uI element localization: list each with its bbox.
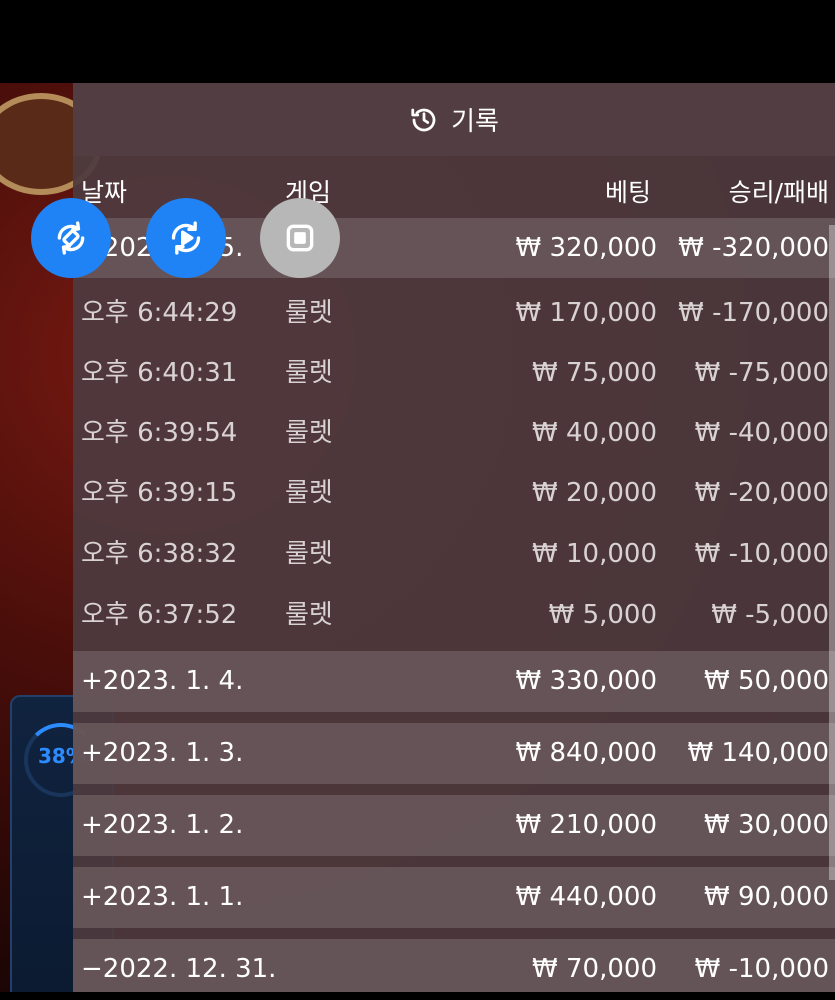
table-row: 오후 6:38:32 룰렛 ₩ 10,000 ₩ -10,000	[73, 524, 835, 584]
row-time: 오후 6:40:31	[81, 358, 238, 388]
row-winloss: ₩ 90,000	[704, 882, 829, 912]
table-row: 오후 6:44:29 룰렛 ₩ 170,000 ₩ -170,000	[73, 283, 835, 343]
row-bet: ₩ 170,000	[515, 298, 658, 328]
row-bet: ₩ 20,000	[532, 478, 657, 508]
row-time: 오후 6:39:15	[81, 478, 238, 508]
row-bet: ₩ 70,000	[532, 954, 657, 984]
row-time: 오후 6:38:32	[81, 539, 238, 569]
date-group-row[interactable]: +2023. 1. 1. ₩ 440,000 ₩ 90,000	[73, 867, 835, 928]
row-time: 오후 6:39:54	[81, 418, 238, 448]
row-bet: ₩ 440,000	[515, 882, 658, 912]
date-group-row[interactable]: +2023. 1. 3. ₩ 840,000 ₩ 140,000	[73, 723, 835, 784]
row-bet: ₩ 5,000	[548, 600, 657, 630]
replay-button[interactable]	[146, 198, 226, 278]
row-winloss: ₩ 30,000	[704, 810, 829, 840]
row-game: 룰렛	[285, 358, 333, 388]
row-game: 룰렛	[285, 298, 333, 328]
row-time: 오후 6:37:52	[81, 600, 238, 630]
table-row: 오후 6:39:54 룰렛 ₩ 40,000 ₩ -40,000	[73, 403, 835, 463]
row-game: 룰렛	[285, 478, 333, 508]
date-group-row[interactable]: +2023. 1. 2. ₩ 210,000 ₩ 30,000	[73, 795, 835, 856]
row-time: 오후 6:44:29	[81, 298, 238, 328]
rotate-screen-icon	[57, 221, 85, 255]
date-group-row[interactable]: −2022. 12. 31. ₩ 70,000 ₩ -10,000	[73, 939, 835, 992]
row-winloss: ₩ -10,000	[694, 539, 829, 569]
row-winloss: ₩ -20,000	[694, 478, 829, 508]
history-icon	[411, 108, 436, 131]
row-bet: ₩ 40,000	[532, 418, 657, 448]
scrollbar[interactable]	[829, 225, 835, 880]
row-date: +2023. 1. 2.	[81, 810, 244, 840]
column-header-winloss: 승리/패배	[728, 178, 829, 207]
row-bet: ₩ 840,000	[515, 738, 658, 768]
column-header-bet: 베팅	[604, 178, 651, 207]
top-bar	[0, 0, 835, 83]
row-game: 룰렛	[285, 539, 333, 569]
panel-title: 기록	[451, 107, 499, 137]
row-winloss: ₩ 140,000	[687, 738, 830, 768]
row-winloss: ₩ -320,000	[678, 233, 829, 263]
table-row: 오후 6:39:15 룰렛 ₩ 20,000 ₩ -20,000	[73, 463, 835, 523]
row-bet: ₩ 10,000	[532, 539, 657, 569]
row-winloss: ₩ -40,000	[694, 418, 829, 448]
row-winloss: ₩ -5,000	[711, 600, 829, 630]
row-date: +2023. 1. 3.	[81, 738, 244, 768]
date-group-row[interactable]: +2023. 1. 4. ₩ 330,000 ₩ 50,000	[73, 651, 835, 712]
row-winloss: ₩ 50,000	[704, 666, 829, 696]
row-bet: ₩ 75,000	[532, 358, 657, 388]
row-winloss: ₩ -170,000	[678, 298, 829, 328]
row-winloss: ₩ -75,000	[694, 358, 829, 388]
panel-header: 기록	[73, 83, 835, 156]
row-bet: ₩ 320,000	[515, 233, 658, 263]
replay-icon	[171, 221, 201, 255]
row-date: +2023. 1. 1.	[81, 882, 244, 912]
row-game: 룰렛	[285, 418, 333, 448]
row-date: −2022. 12. 31.	[81, 954, 277, 984]
row-date: +2023. 1. 4.	[81, 666, 244, 696]
table-row: 오후 6:37:52 룰렛 ₩ 5,000 ₩ -5,000	[73, 585, 835, 645]
stop-button[interactable]	[260, 198, 340, 278]
row-winloss: ₩ -10,000	[694, 954, 829, 984]
rotate-screen-button[interactable]	[31, 198, 111, 278]
table-row: 오후 6:40:31 룰렛 ₩ 75,000 ₩ -75,000	[73, 343, 835, 403]
row-bet: ₩ 330,000	[515, 666, 658, 696]
stop-icon	[286, 224, 314, 252]
row-game: 룰렛	[285, 600, 333, 630]
row-bet: ₩ 210,000	[515, 810, 658, 840]
